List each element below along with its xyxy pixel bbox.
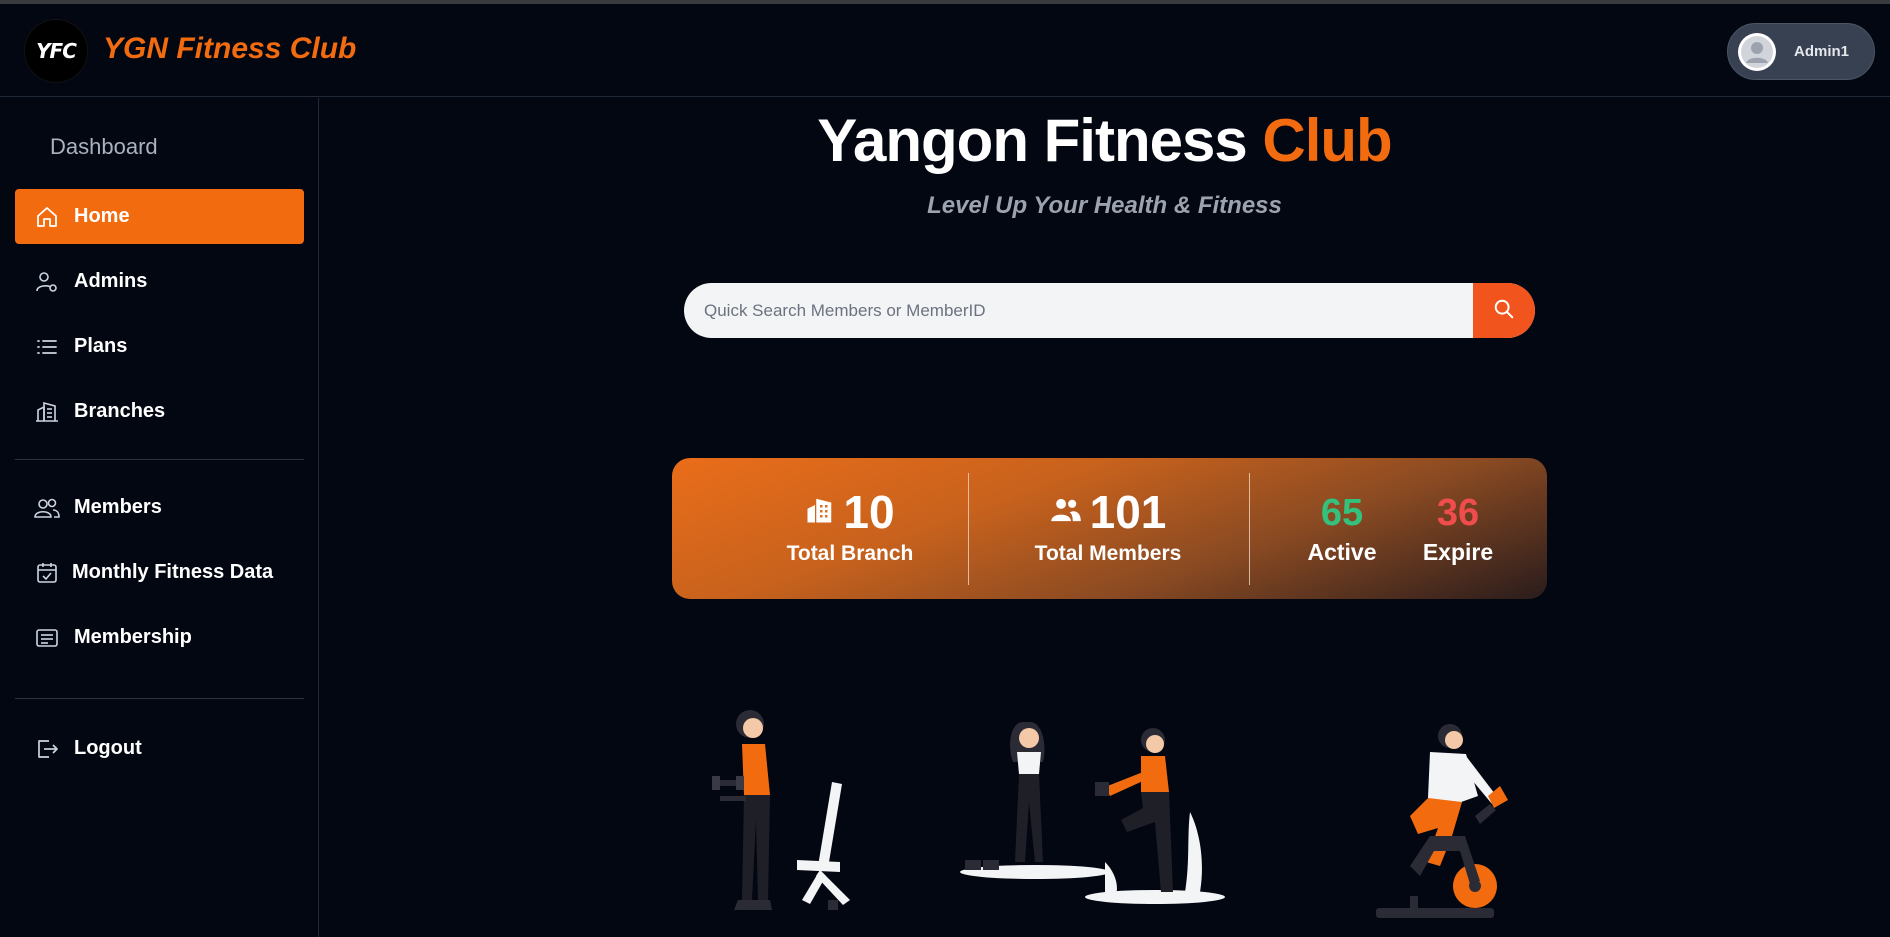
page-subtitle: Level Up Your Health & Fitness bbox=[927, 192, 1282, 219]
top-header: YFC YGN Fitness Club Admin1 bbox=[0, 4, 1890, 97]
search-button[interactable] bbox=[1473, 283, 1535, 338]
sidebar-item-branches[interactable]: Branches bbox=[15, 384, 304, 439]
total-members-value: 101 bbox=[1089, 486, 1167, 538]
sidebar-item-monthly-fitness-data[interactable]: Monthly Fitness Data bbox=[15, 545, 304, 600]
page-title: Yangon Fitness Club bbox=[0, 106, 1890, 175]
sidebar: Dashboard Home Admins Plans Branches Mem… bbox=[0, 98, 319, 937]
women-exercising-illustration bbox=[955, 712, 1235, 917]
sidebar-item-admins[interactable]: Admins bbox=[15, 254, 304, 309]
man-cycling-illustration bbox=[1370, 716, 1520, 931]
expire-label: Expire bbox=[1422, 539, 1494, 565]
calendar-check-icon bbox=[34, 560, 60, 586]
total-branch-stat: 10 Total Branch bbox=[750, 488, 950, 566]
sidebar-item-membership[interactable]: Membership bbox=[15, 610, 304, 665]
admin-profile-button[interactable]: Admin1 bbox=[1727, 23, 1875, 80]
avatar-icon bbox=[1738, 32, 1776, 71]
expire-stat: 36 Expire bbox=[1408, 492, 1508, 566]
home-icon bbox=[34, 204, 60, 230]
stats-divider bbox=[1249, 473, 1250, 585]
total-branch-label: Total Branch bbox=[786, 542, 914, 565]
page-title-main: Yangon Fitness bbox=[817, 107, 1263, 174]
search-input[interactable] bbox=[684, 283, 1473, 338]
sidebar-item-home[interactable]: Home bbox=[15, 189, 304, 244]
logout-icon bbox=[34, 736, 60, 762]
logo-text: YFC bbox=[36, 39, 77, 63]
search-bar bbox=[684, 283, 1535, 338]
total-branch-value: 10 bbox=[843, 486, 895, 538]
sidebar-item-label: Branches bbox=[74, 400, 166, 422]
active-label: Active bbox=[1307, 539, 1377, 565]
brand-name[interactable]: YGN Fitness Club bbox=[103, 32, 356, 66]
sidebar-item-label: Members bbox=[74, 496, 162, 518]
stats-divider bbox=[968, 473, 969, 585]
stats-card: 10 Total Branch 101 Total Members 65 Act… bbox=[672, 458, 1547, 599]
man-dumbbell-illustration bbox=[700, 700, 880, 930]
list-icon bbox=[34, 334, 60, 360]
sidebar-item-label: Plans bbox=[74, 335, 128, 357]
sidebar-item-label: Logout bbox=[74, 737, 142, 759]
page-title-accent: Club bbox=[1262, 107, 1392, 174]
sidebar-item-plans[interactable]: Plans bbox=[15, 319, 304, 374]
sidebar-item-label: Admins bbox=[74, 270, 148, 292]
total-members-stat: 101 Total Members bbox=[1008, 488, 1208, 566]
sidebar-divider bbox=[15, 698, 304, 699]
card-icon bbox=[34, 625, 60, 651]
admin-settings-icon bbox=[34, 269, 60, 295]
active-stat: 65 Active bbox=[1292, 492, 1392, 566]
users-icon bbox=[1050, 496, 1082, 529]
admin-name: Admin1 bbox=[1794, 43, 1850, 60]
expire-value: 36 bbox=[1436, 492, 1480, 534]
total-members-label: Total Members bbox=[1034, 542, 1182, 565]
sidebar-item-label: Home bbox=[74, 205, 130, 227]
sidebar-item-logout[interactable]: Logout bbox=[15, 721, 304, 776]
sidebar-item-label: Membership bbox=[74, 626, 192, 648]
building-icon bbox=[805, 495, 835, 530]
active-value: 65 bbox=[1320, 492, 1364, 534]
sidebar-item-members[interactable]: Members bbox=[15, 480, 304, 535]
search-icon bbox=[1493, 298, 1515, 323]
building-icon bbox=[34, 399, 60, 425]
sidebar-item-label: Monthly Fitness Data bbox=[72, 561, 274, 583]
users-icon bbox=[34, 495, 60, 521]
club-logo[interactable]: YFC bbox=[24, 19, 88, 83]
sidebar-divider bbox=[15, 459, 304, 460]
